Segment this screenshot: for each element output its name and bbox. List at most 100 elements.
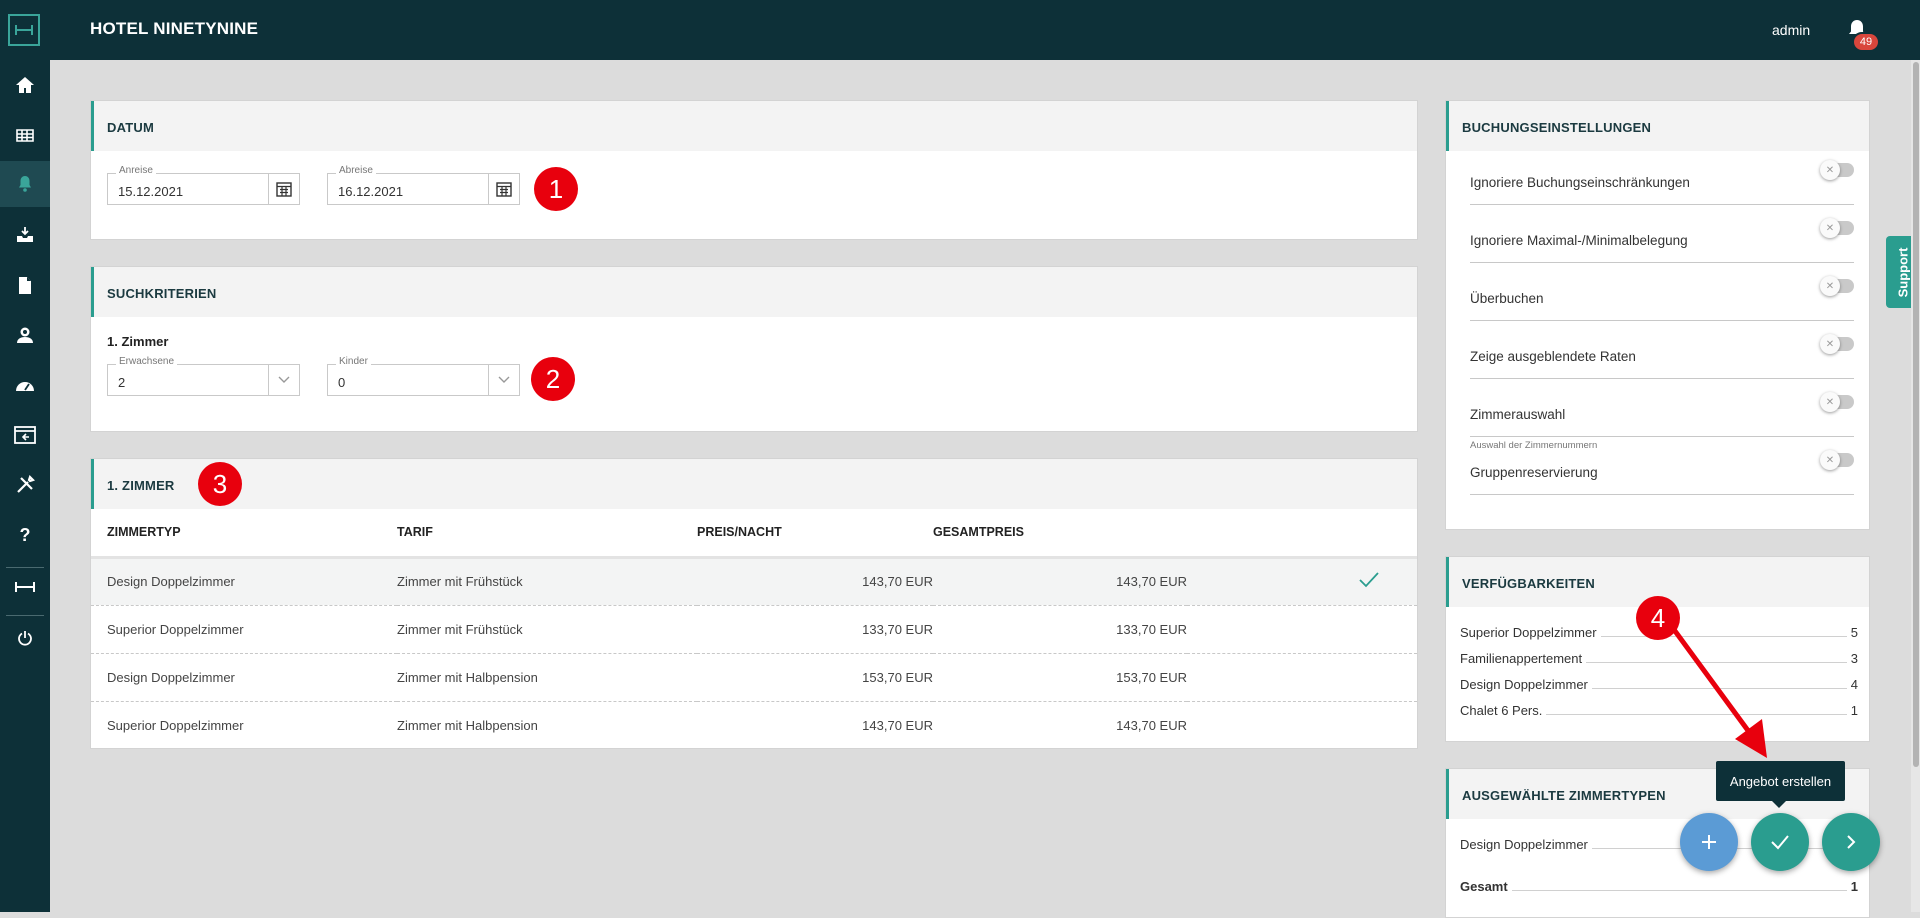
availability-name: Familienappertement xyxy=(1460,651,1583,666)
table-row[interactable]: Design Doppelzimmer Zimmer mit Frühstück… xyxy=(91,557,1417,606)
close-icon: ✕ xyxy=(1820,160,1840,180)
arrival-date-field[interactable]: Anreise 15.12.2021 xyxy=(107,165,300,205)
room-rate-table: ZIMMERTYP TARIF PREIS/NACHT GESAMTPREIS … xyxy=(91,509,1417,749)
rate-cell: Zimmer mit Frühstück xyxy=(397,557,697,606)
column-header-rate: TARIF xyxy=(397,509,697,559)
user-menu[interactable]: admin xyxy=(1772,22,1810,38)
column-header-select xyxy=(1187,509,1417,559)
adults-select[interactable]: Erwachsene 2 xyxy=(107,356,300,396)
plus-icon xyxy=(1702,835,1716,849)
add-button[interactable] xyxy=(1680,813,1738,871)
toggle-switch[interactable]: ✕ xyxy=(1820,334,1854,354)
datum-header: DATUM xyxy=(91,101,1417,151)
create-offer-button[interactable] xyxy=(1751,813,1809,871)
setting-ignore-occupancy: Ignoriere Maximal-/Minimalbelegung ✕ xyxy=(1470,205,1854,263)
availability-title: VERFÜGBARKEITEN xyxy=(1462,576,1596,591)
close-icon: ✕ xyxy=(1820,218,1840,238)
price-night-cell: 153,70 EUR xyxy=(697,653,933,702)
select-cell xyxy=(1187,653,1417,702)
arrival-value[interactable]: 15.12.2021 xyxy=(118,184,183,199)
children-value: 0 xyxy=(338,375,346,390)
datum-title: DATUM xyxy=(107,120,154,135)
tools-icon[interactable] xyxy=(0,462,50,508)
datum-card: DATUM Anreise 15.12.2021 Abreise 16.12.2… xyxy=(90,100,1418,240)
price-night-cell: 133,70 EUR xyxy=(697,605,933,654)
checkmark-icon xyxy=(1771,835,1789,850)
total-row: Gesamt 1 xyxy=(1460,874,1858,894)
chevron-down-icon[interactable] xyxy=(268,365,299,395)
notification-badge: 49 xyxy=(1852,32,1880,52)
total-label: Gesamt xyxy=(1460,879,1508,894)
help-icon[interactable]: ? xyxy=(0,512,50,558)
setting-group-reservation: Gruppenreservierung ✕ xyxy=(1470,437,1854,495)
setting-room-selection: Zimmerauswahl ✕ xyxy=(1470,379,1854,437)
power-icon[interactable] xyxy=(0,615,50,661)
total-price-cell: 133,70 EUR xyxy=(933,605,1187,654)
room-results-title: 1. ZIMMER xyxy=(107,478,175,493)
close-icon: ✕ xyxy=(1820,276,1840,296)
total-value: 1 xyxy=(1850,879,1858,894)
inbox-icon[interactable] xyxy=(0,212,50,258)
scrollbar-thumb[interactable] xyxy=(1913,62,1919,767)
availability-name: Superior Doppelzimmer xyxy=(1460,625,1597,640)
create-offer-tooltip: Angebot erstellen xyxy=(1716,761,1845,808)
children-select[interactable]: Kinder 0 xyxy=(327,356,520,396)
booking-settings-card: BUCHUNGSEINSTELLUNGEN Ignoriere Buchungs… xyxy=(1445,100,1870,530)
toggle-switch[interactable]: ✕ xyxy=(1820,160,1854,180)
availability-name: Design Doppelzimmer xyxy=(1460,677,1588,692)
close-icon: ✕ xyxy=(1820,450,1840,470)
total-price-cell: 143,70 EUR xyxy=(1116,717,1187,733)
next-button[interactable] xyxy=(1822,813,1880,871)
chevron-down-icon[interactable] xyxy=(488,365,519,395)
price-night-cell: 143,70 EUR xyxy=(862,717,933,733)
select-cell xyxy=(1187,701,1417,749)
price-night-cell: 143,70 EUR xyxy=(697,557,933,606)
adults-value: 2 xyxy=(118,375,126,390)
table-row[interactable]: Design Doppelzimmer Zimmer mit Halbpensi… xyxy=(91,653,1417,702)
table-row[interactable]: Superior Doppelzimmer Zimmer mit Halbpen… xyxy=(91,701,1417,749)
toggle-switch[interactable]: ✕ xyxy=(1820,450,1854,470)
logo-icon[interactable] xyxy=(8,14,40,46)
availability-name: Chalet 6 Pers. xyxy=(1460,703,1543,718)
screen-icon[interactable] xyxy=(0,412,50,458)
toggle-switch[interactable]: ✕ xyxy=(1820,218,1854,238)
column-header-room-type: ZIMMERTYP xyxy=(91,509,397,559)
document-icon[interactable] xyxy=(0,262,50,308)
table-header-row: ZIMMERTYP TARIF PREIS/NACHT GESAMTPREIS xyxy=(91,509,1417,559)
search-criteria-card: SUCHKRITERIEN 1. Zimmer Erwachsene 2 Kin… xyxy=(90,266,1418,432)
support-label: Support xyxy=(1895,247,1911,297)
selected-room-name: Design Doppelzimmer xyxy=(1460,837,1588,852)
speedometer-icon[interactable] xyxy=(0,362,50,408)
total-price-cell: 153,70 EUR xyxy=(933,653,1187,702)
setting-label: Überbuchen xyxy=(1470,291,1544,306)
rate-cell: Zimmer mit Frühstück xyxy=(397,605,697,654)
selected-room-types-title: AUSGEWÄHLTE ZIMMERTYPEN xyxy=(1462,788,1666,803)
hotel-name: HOTEL NINETYNINE xyxy=(90,19,259,38)
calendar-icon[interactable] xyxy=(488,174,519,204)
availability-count: 1 xyxy=(1850,703,1858,718)
toggle-switch[interactable]: ✕ xyxy=(1820,392,1854,412)
checkmark-icon xyxy=(1187,557,1417,606)
setting-hidden-rates: Zeige ausgeblendete Raten ✕ xyxy=(1470,321,1854,379)
column-header-price-night: PREIS/NACHT xyxy=(697,509,933,559)
home-icon[interactable] xyxy=(0,62,50,108)
chevron-right-icon xyxy=(1847,835,1856,849)
bell-icon[interactable] xyxy=(0,161,50,207)
departure-value[interactable]: 16.12.2021 xyxy=(338,184,403,199)
setting-label: Gruppenreservierung xyxy=(1470,465,1598,480)
room-type-cell: Superior Doppelzimmer xyxy=(107,717,244,733)
departure-label: Abreise xyxy=(336,165,376,176)
booking-settings-header: BUCHUNGSEINSTELLUNGEN xyxy=(1446,101,1869,151)
person-icon[interactable] xyxy=(0,312,50,358)
setting-label: Zeige ausgeblendete Raten xyxy=(1470,349,1636,364)
grid-icon[interactable] xyxy=(0,112,50,158)
calendar-icon[interactable] xyxy=(268,174,299,204)
booking-settings-title: BUCHUNGSEINSTELLUNGEN xyxy=(1462,120,1652,135)
departure-date-field[interactable]: Abreise 16.12.2021 xyxy=(327,165,520,205)
table-row[interactable]: Superior Doppelzimmer Zimmer mit Frühstü… xyxy=(91,605,1417,654)
close-icon: ✕ xyxy=(1820,392,1840,412)
children-label: Kinder xyxy=(336,356,371,367)
toggle-switch[interactable]: ✕ xyxy=(1820,276,1854,296)
annotation-marker-4: 4 xyxy=(1636,596,1680,640)
bed-icon[interactable] xyxy=(0,564,50,610)
